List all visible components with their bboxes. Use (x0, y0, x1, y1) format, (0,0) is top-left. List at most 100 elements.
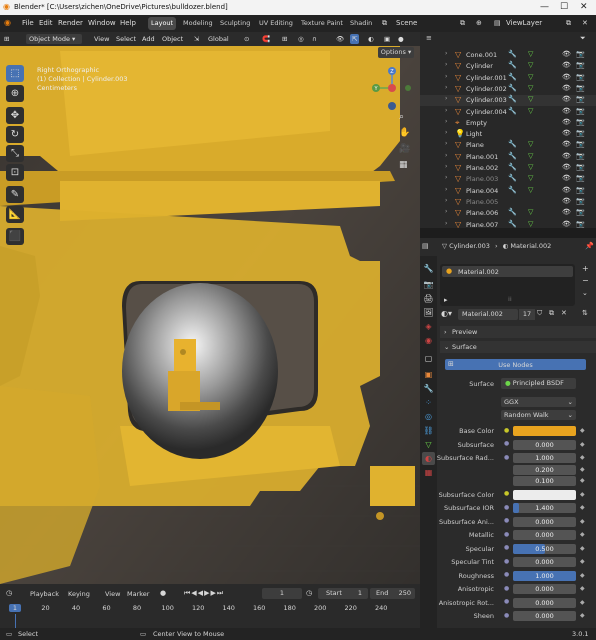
visibility-eye-icon[interactable]: 👁 (562, 73, 571, 81)
socket-icon[interactable]: ● (504, 440, 509, 447)
expand-icon[interactable]: › (445, 208, 447, 215)
record-icon[interactable]: ● (160, 589, 166, 597)
viewlayer-icon[interactable]: ▤ (494, 19, 501, 27)
socket-icon[interactable]: ● (504, 558, 509, 565)
visibility-eye-icon[interactable]: 👁 (562, 152, 571, 160)
visibility-eye-icon[interactable]: 👁 (562, 174, 571, 182)
keyframe-icon[interactable]: ◆ (580, 558, 585, 565)
tab-layout[interactable]: Layout (148, 17, 177, 30)
keyframe-icon[interactable]: ◆ (580, 491, 585, 498)
object-data-tab-icon[interactable]: ▽ (422, 438, 435, 451)
zoom-icon[interactable]: ⌕ (399, 112, 404, 122)
modifier-icon[interactable]: 🔧 (508, 163, 517, 171)
expand-icon[interactable]: › (445, 61, 447, 68)
physics-tab-icon[interactable]: ◎ (422, 410, 435, 423)
slot-handle-icon[interactable]: ▸ (444, 296, 448, 304)
visibility-eye-icon[interactable]: 👁 (562, 163, 571, 171)
fake-user-icon[interactable]: ⛉ (537, 309, 542, 318)
cursor-tool[interactable]: ⊕ (6, 85, 24, 102)
visibility-eye-icon[interactable]: 👁 (562, 208, 571, 216)
current-frame-field[interactable]: 1 (262, 588, 302, 599)
timeline-editor-icon[interactable]: ◷ (6, 589, 12, 597)
blender-menu-icon[interactable]: ◉ (4, 18, 11, 27)
area-divider[interactable] (420, 228, 596, 238)
expand-icon[interactable]: › (445, 174, 447, 181)
property-value-field[interactable]: 0.000 (513, 516, 576, 527)
material-browse-icon[interactable]: ◐▾ (441, 309, 452, 318)
expand-icon[interactable]: › (445, 129, 447, 136)
sss-method-dropdown[interactable]: Random Walk ⌄ (501, 410, 576, 420)
outliner-row[interactable]: › ▽ Cylinder.001 🔧 ▽ 👁 📷 (420, 73, 596, 84)
expand-icon[interactable]: › (445, 118, 447, 125)
keyframe-icon[interactable]: ◆ (580, 518, 585, 525)
property-value-field[interactable]: 1.000 (513, 453, 576, 463)
socket-icon[interactable]: ● (504, 585, 509, 592)
overlay-icon[interactable]: ◐ (368, 34, 374, 44)
add-cube-tool[interactable]: ⬛ (6, 228, 24, 245)
expand-icon[interactable]: › (445, 107, 447, 114)
timeline[interactable]: ◷ Playback Keying View Marker ● ⏮◀◀▶▶⏭ 1… (0, 584, 420, 630)
menu-file[interactable]: File (22, 19, 34, 27)
snap-target-icon[interactable]: ⊞ (282, 34, 287, 44)
particles-tab-icon[interactable]: ⁘ (422, 396, 435, 409)
expand-icon[interactable]: › (445, 73, 447, 80)
maximize-icon[interactable]: ☐ (560, 2, 568, 12)
mesh-data-icon[interactable]: ▽ (528, 208, 533, 216)
timeline-ruler[interactable]: 1 20 40 60 80 100 120 140 160 180 200 220 240 (0, 602, 420, 614)
render-camera-icon[interactable]: 📷 (576, 197, 585, 205)
playback-controls-icon[interactable]: ⏮◀◀▶▶⏭ (184, 589, 224, 598)
menu-object[interactable]: Object (162, 34, 183, 44)
socket-icon[interactable]: ● (504, 504, 509, 511)
remove-slot-icon[interactable]: − (582, 276, 589, 285)
render-camera-icon[interactable]: 📷 (576, 186, 585, 194)
outliner-row[interactable]: › ▽ Plane.002 🔧 ▽ 👁 📷 (420, 163, 596, 174)
property-value-field[interactable]: 1.000 (513, 570, 576, 581)
render-camera-icon[interactable]: 📷 (576, 107, 585, 115)
property-value-field[interactable]: 0.200 (513, 464, 576, 475)
outliner-row[interactable]: › 💡 Light 👁 📷 (420, 129, 596, 140)
render-camera-icon[interactable]: 📷 (576, 152, 585, 160)
socket-icon[interactable]: ● (504, 612, 509, 619)
outliner-filter-icon[interactable]: ⏷ (580, 34, 586, 43)
tab-uv-editing[interactable]: UV Editing (256, 17, 296, 30)
visibility-eye-icon[interactable]: 👁 (562, 50, 571, 58)
material-tab-icon[interactable]: ◐ (422, 452, 435, 465)
visibility-eye-icon[interactable]: 👁 (562, 84, 571, 92)
material-slot-list[interactable]: ● Material.002 ▸ ⁞⁞ (440, 264, 575, 306)
distribution-dropdown[interactable]: GGX ⌄ (501, 397, 576, 407)
property-value-field[interactable]: 0.100 (513, 476, 576, 486)
modifier-icon[interactable]: 🔧 (508, 73, 517, 81)
annotate-tool[interactable]: ✎ (6, 186, 24, 203)
property-value-field[interactable]: 0.000 (513, 530, 576, 540)
visibility-eye-icon[interactable]: 👁 (562, 140, 571, 148)
render-camera-icon[interactable]: 📷 (576, 95, 585, 103)
snap-icon[interactable]: 🧲 (262, 34, 270, 44)
outliner-row[interactable]: › ▽ Plane.003 🔧 ▽ 👁 📷 (420, 174, 596, 185)
tab-modeling[interactable]: Modeling (180, 17, 216, 30)
visibility-eye-icon[interactable]: 👁 (562, 118, 571, 126)
orientation-dropdown[interactable]: Global (208, 34, 229, 44)
render-camera-icon[interactable]: 📷 (576, 208, 585, 216)
scene-icon[interactable]: ⧉ (382, 19, 387, 28)
modifier-icon[interactable]: 🔧 (508, 152, 517, 160)
mesh-data-icon[interactable]: ▽ (528, 84, 533, 92)
outliner-row[interactable]: › ▽ Cylinder.002 🔧 ▽ 👁 📷 (420, 84, 596, 95)
keyframe-icon[interactable]: ◆ (580, 441, 585, 448)
scene-tab-icon[interactable]: ◈ (422, 320, 435, 333)
render-tab-icon[interactable]: 📷 (422, 278, 435, 291)
expand-icon[interactable]: › (445, 84, 447, 91)
modifier-icon[interactable]: 🔧 (508, 50, 517, 58)
visibility-eye-icon[interactable]: 👁 (562, 107, 571, 115)
visibility-eye-icon[interactable]: 👁 (562, 129, 571, 137)
slot-menu-icon[interactable]: ⌄ (582, 289, 588, 297)
add-slot-icon[interactable]: + (582, 264, 589, 273)
mesh-data-icon[interactable]: ▽ (528, 140, 533, 148)
keyframe-icon[interactable]: ◆ (580, 531, 585, 538)
object-tab-icon[interactable]: ▣ (422, 368, 435, 381)
expand-icon[interactable]: › (445, 186, 447, 193)
visibility-eye-icon[interactable]: 👁 (562, 220, 571, 228)
modifier-icon[interactable]: 🔧 (508, 174, 517, 182)
modifier-icon[interactable]: 🔧 (508, 208, 517, 216)
mesh-data-icon[interactable]: ▽ (528, 73, 533, 81)
render-camera-icon[interactable]: 📷 (576, 140, 585, 148)
